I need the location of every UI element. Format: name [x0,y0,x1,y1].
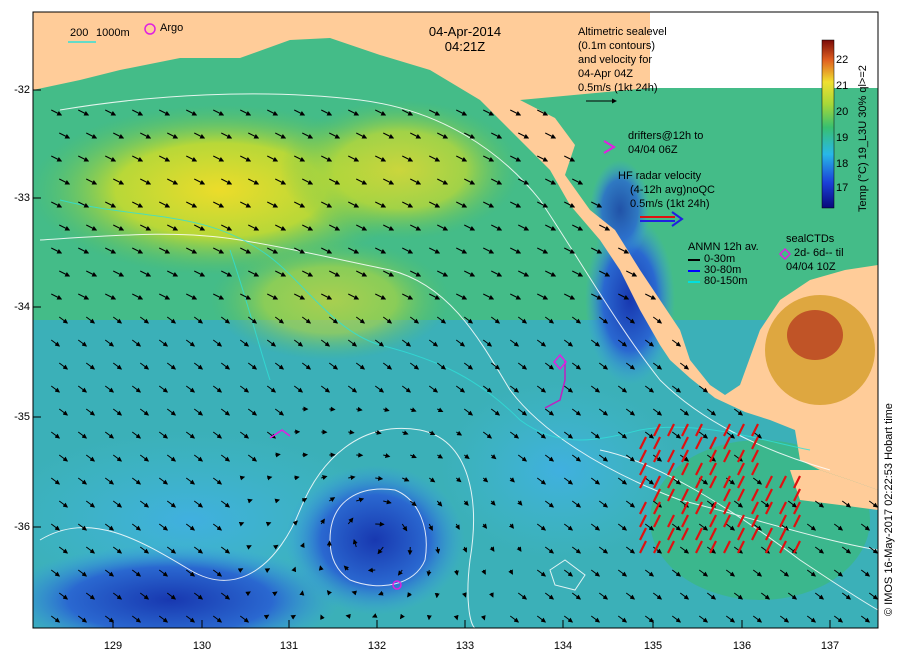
lat-tick-34: -34 [14,301,30,313]
sealctd-legend-line-2: 2d- 6d-- til [794,247,844,259]
altimetry-legend-line-5: 0.5m/s (1kt 24h) [578,82,658,94]
bathymetry-legend-1000: 1000m [96,27,130,39]
hf-radar-legend-line-1: HF radar velocity [618,170,702,182]
lon-tick-134: 134 [553,640,573,652]
lat-tick-33: -33 [14,192,30,204]
velocity-arrow [329,406,336,412]
sealctd-legend-title: sealCTDs [786,233,835,245]
altimetry-legend-line-4: 04-Apr 04Z [578,68,634,80]
colorbar-tick-18: 18 [836,158,849,170]
credit-text: © IMOS 16-May-2017 02:22:53 Hobart time [883,403,895,616]
colorbar-tick-17: 17 [836,182,849,194]
lon-tick-137: 137 [820,640,840,652]
velocity-arrow [263,614,270,620]
drifters-legend-line-2: 04/04 06Z [628,144,678,156]
colorbar-tick-20: 20 [836,106,849,118]
velocity-arrow [275,452,281,458]
hf-radar-legend-line-2: (4-12h avg)noQC [630,184,715,196]
map-date: 04-Apr-2014 [428,24,502,39]
map-time: 04:21Z [444,39,486,54]
bathymetry-legend-200: 200 [70,27,89,39]
colorbar-tick-22: 22 [836,54,849,66]
lon-tick-132: 132 [367,640,387,652]
altimetry-legend-line-3: and velocity for [578,54,652,66]
lon-tick-136: 136 [732,640,752,652]
colorbar-tick-19: 19 [836,132,849,144]
velocity-arrow [290,614,297,620]
lon-tick-129: 129 [103,640,123,652]
argo-legend-label: Argo [160,22,184,34]
lat-tick-36: -36 [14,521,30,533]
lon-tick-130: 130 [192,640,212,652]
colorbar [821,39,835,209]
drifters-legend-line-1: drifters@12h to [628,130,704,142]
hf-radar-legend-line-3: 0.5m/s (1kt 24h) [630,198,710,210]
colorbar-label: Temp (°C) 19_L3U 30% ql>=2 [857,65,869,212]
sealctd-legend-line-3: 04/04 10Z [786,261,836,273]
lat-tick-35: -35 [14,411,30,423]
lon-tick-131: 131 [279,640,299,652]
colorbar-tick-21: 21 [836,80,849,92]
altimetry-legend-line-2: (0.1m contours) [578,40,656,52]
altimetry-legend-line-1: Altimetric sealevel [578,26,667,38]
legend-background [650,12,878,88]
lon-tick-133: 133 [455,640,475,652]
lat-tick-32: -32 [14,84,30,96]
lon-tick-135: 135 [643,640,663,652]
anmn-legend-deep: 80-150m [704,275,748,287]
sst-map [32,11,879,629]
